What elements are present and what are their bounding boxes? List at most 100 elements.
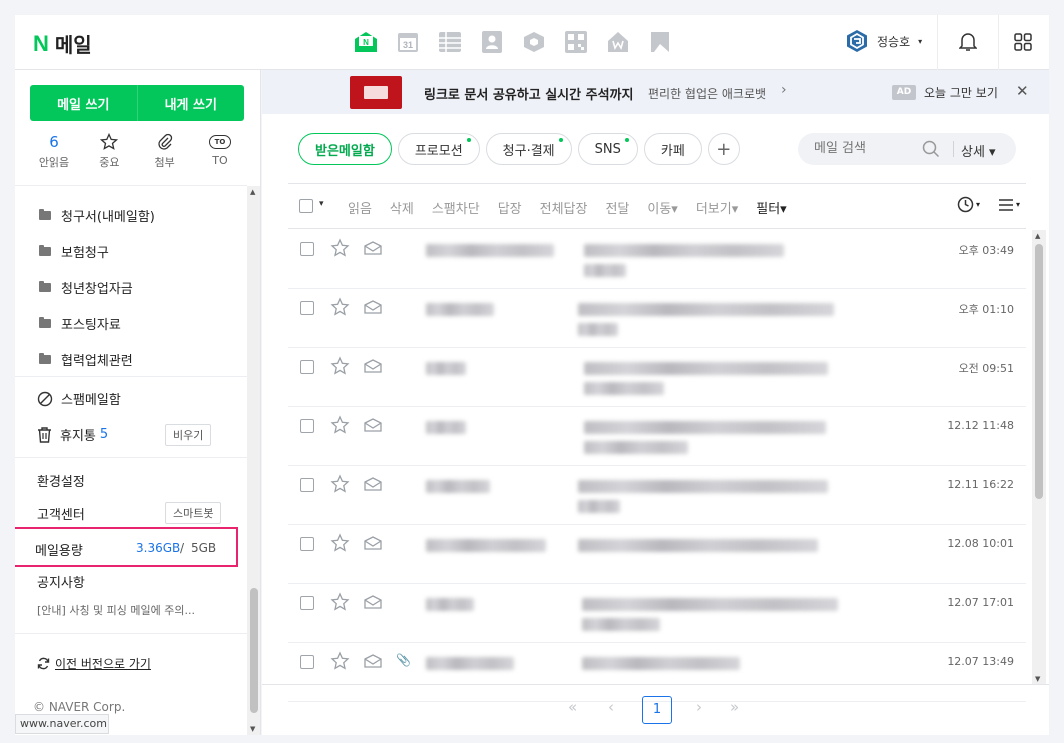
subject-preview[interactable] [584, 382, 664, 395]
mail-row[interactable]: 12.12 11:48 [288, 407, 1026, 466]
delete-button[interactable]: 삭제 [390, 198, 414, 217]
tab-promotion[interactable]: 프로모션 [397, 133, 480, 165]
next-page-button[interactable]: › [696, 698, 702, 716]
search-detail-button[interactable]: 상세 ▾ [961, 141, 996, 160]
subject-preview[interactable] [582, 618, 660, 631]
user-menu[interactable]: 정승호 ▾ [845, 29, 922, 53]
star-icon[interactable] [330, 297, 350, 317]
mail-icon[interactable]: N [353, 29, 379, 55]
envelope-open-icon[interactable] [364, 595, 382, 609]
contacts-icon[interactable] [479, 29, 505, 55]
empty-trash-button[interactable]: 비우기 [165, 424, 212, 446]
star-icon[interactable] [330, 474, 350, 494]
sender-preview[interactable] [426, 303, 494, 316]
folder-item[interactable]: 청구서(내메일함) [15, 197, 247, 233]
scroll-up-arrow-icon[interactable]: ▲ [250, 188, 255, 196]
folder-item[interactable]: 보험청구 [15, 233, 247, 269]
mail-row[interactable]: 오전 09:51 [288, 348, 1026, 407]
list-view-icon[interactable]: ▾ [998, 198, 1020, 212]
star-icon[interactable] [330, 415, 350, 435]
forward-button[interactable]: 전달 [605, 198, 629, 217]
filter-button[interactable]: 필터▾ [756, 198, 786, 217]
mail-list-scrollbar[interactable]: ▲ ▼ [1032, 230, 1046, 685]
envelope-open-icon[interactable] [364, 477, 382, 491]
star-icon[interactable] [330, 356, 350, 376]
star-icon[interactable] [330, 533, 350, 553]
sidebar-scrollbar[interactable]: ▲ ▼ [247, 186, 260, 735]
quick-attachment[interactable]: 첨부 [138, 132, 192, 170]
move-button[interactable]: 이동▾ [647, 198, 677, 217]
subject-preview[interactable] [578, 480, 828, 493]
mail-row[interactable]: 12.08 10:01 [288, 525, 1026, 584]
sender-preview[interactable] [426, 244, 554, 257]
scroll-down-arrow-icon[interactable]: ▼ [250, 725, 255, 733]
table-icon[interactable] [437, 29, 463, 55]
search-icon[interactable] [922, 140, 940, 158]
smartbot-button[interactable]: 스마트봇 [165, 502, 222, 524]
ad-title[interactable]: 링크로 문서 공유하고 실시간 주석까지 [424, 84, 633, 103]
add-tab-button[interactable]: + [707, 133, 740, 165]
mail-checkbox[interactable] [300, 360, 314, 374]
mail-row[interactable]: 12.11 16:22 [288, 466, 1026, 525]
ad-banner[interactable]: 링크로 문서 공유하고 실시간 주석까지 편리한 협업은 애크로뱃 › AD 오… [262, 70, 1049, 114]
subject-preview[interactable] [578, 323, 618, 336]
notice-link[interactable]: 공지사항 [37, 572, 85, 591]
envelope-open-icon[interactable] [364, 536, 382, 550]
scroll-down-arrow-icon[interactable]: ▼ [1035, 675, 1040, 683]
qr-icon[interactable] [563, 29, 589, 55]
subject-preview[interactable] [578, 539, 818, 552]
mail-checkbox[interactable] [300, 537, 314, 551]
current-page[interactable]: 1 [642, 696, 672, 724]
ad-subtitle[interactable]: 편리한 협업은 애크로뱃 [648, 85, 766, 102]
folder-item[interactable]: 협력업체관련 [15, 341, 247, 377]
quick-important[interactable]: 중요 [82, 132, 136, 170]
mail-checkbox[interactable] [300, 419, 314, 433]
sidebar-scroll-thumb[interactable] [250, 588, 258, 713]
select-all-checkbox[interactable] [299, 199, 313, 213]
mail-checkbox[interactable] [300, 655, 314, 669]
sender-preview[interactable] [426, 539, 546, 552]
tab-sns[interactable]: SNS [577, 133, 638, 165]
mark-read-button[interactable]: 읽음 [348, 198, 372, 217]
subject-preview[interactable] [578, 500, 620, 513]
mail-checkbox[interactable] [300, 478, 314, 492]
quick-to-me[interactable]: TO TO [193, 132, 247, 170]
sender-preview[interactable] [426, 480, 490, 493]
folder-item[interactable]: 포스팅자료 [15, 305, 247, 341]
first-page-button[interactable]: « [568, 698, 577, 716]
tab-billing[interactable]: 청구·결제 [485, 133, 572, 165]
subject-preview[interactable] [584, 441, 688, 454]
old-version-link[interactable]: 이전 버전으로 가기 [37, 655, 151, 672]
support-link[interactable]: 고객센터 [37, 504, 85, 523]
mail-checkbox[interactable] [300, 596, 314, 610]
mail-row[interactable]: 오후 01:10 [288, 289, 1026, 348]
close-icon[interactable]: ✕ [1016, 82, 1029, 100]
subject-preview[interactable] [584, 362, 828, 375]
mail-list-scroll-thumb[interactable] [1035, 244, 1043, 499]
envelope-open-icon[interactable] [364, 241, 382, 255]
folder-item[interactable]: 청년창업자금 [15, 269, 247, 305]
settings-link[interactable]: 환경설정 [37, 471, 85, 490]
apps-grid-icon[interactable] [1010, 29, 1036, 55]
prev-page-button[interactable]: ‹ [608, 698, 614, 716]
sender-preview[interactable] [426, 657, 514, 670]
envelope-open-icon[interactable] [364, 300, 382, 314]
subject-preview[interactable] [582, 657, 740, 670]
subject-preview[interactable] [578, 303, 834, 316]
subject-preview[interactable] [582, 598, 838, 611]
compose-button[interactable]: 메일 쓰기 [30, 85, 137, 121]
sender-preview[interactable] [426, 421, 466, 434]
star-icon[interactable] [330, 651, 350, 671]
subject-preview[interactable] [584, 264, 626, 277]
mail-row[interactable]: 12.07 17:01 [288, 584, 1026, 643]
spam-folder[interactable]: 스팸메일함 [37, 389, 121, 408]
envelope-open-icon[interactable] [364, 359, 382, 373]
clock-icon[interactable]: ▾ [957, 196, 980, 213]
sender-preview[interactable] [426, 598, 474, 611]
star-icon[interactable] [330, 592, 350, 612]
reply-all-button[interactable]: 전체답장 [540, 198, 588, 217]
scroll-up-arrow-icon[interactable]: ▲ [1035, 232, 1040, 240]
box-icon[interactable] [521, 29, 547, 55]
mail-row[interactable]: 오후 03:49 [288, 230, 1026, 289]
mail-checkbox[interactable] [300, 242, 314, 256]
